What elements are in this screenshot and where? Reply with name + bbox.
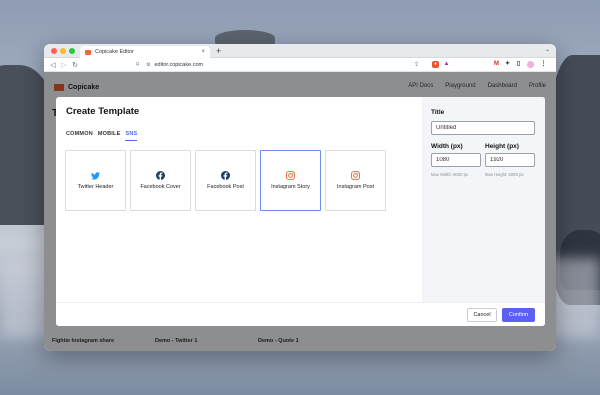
template-label: Twitter Header xyxy=(77,184,114,190)
template-label: Facebook Post xyxy=(207,184,244,190)
minimize-window-button[interactable] xyxy=(60,48,66,54)
height-input[interactable] xyxy=(485,153,535,167)
instagram-icon xyxy=(286,171,295,180)
bookmark-icon[interactable]: ⌑ xyxy=(136,61,139,68)
tab-common[interactable]: COMMON xyxy=(66,131,93,141)
facebook-icon xyxy=(221,171,230,180)
template-settings-panel: Title Width (px) Max Width: 6000 px Heig… xyxy=(422,97,545,302)
site-info-icon[interactable]: ⚙ xyxy=(146,62,150,68)
template-label: Instagram Post xyxy=(337,184,374,190)
close-window-button[interactable] xyxy=(51,48,57,54)
browser-menu-icon[interactable]: ⋮ xyxy=(540,61,547,68)
template-instagram-post[interactable]: Instagram Post xyxy=(325,150,386,211)
browser-toolbar: ◁ ▷ ↻ ⌑ ⚙ editor.copicake.com ⇪ ♦ ▲ M ✦ … xyxy=(44,58,556,72)
modal-title: Create Template xyxy=(66,106,140,117)
template-picker: Create Template COMMON MOBILE SNS Twitte… xyxy=(56,97,422,302)
title-input[interactable] xyxy=(431,121,535,135)
template-twitter-header[interactable]: Twitter Header xyxy=(65,150,126,211)
share-icon[interactable]: ⇪ xyxy=(414,61,419,68)
template-facebook-post[interactable]: Facebook Post xyxy=(195,150,256,211)
confirm-button[interactable]: Confirm xyxy=(502,308,535,322)
back-button[interactable]: ◁ xyxy=(48,61,58,69)
copicake-favicon-icon xyxy=(85,49,91,55)
forward-button[interactable]: ▷ xyxy=(59,61,69,69)
height-hint: Max Height: 6000 px xyxy=(485,172,524,177)
twitter-icon xyxy=(91,171,100,180)
new-tab-button[interactable]: + xyxy=(216,45,221,57)
close-tab-icon[interactable]: × xyxy=(201,49,205,55)
address-bar[interactable]: ⚙ editor.copicake.com xyxy=(146,60,436,70)
category-tabs: COMMON MOBILE SNS xyxy=(66,131,138,141)
brave-shields-icon[interactable]: ♦ xyxy=(432,61,439,68)
template-label: Instagram Story xyxy=(271,184,310,190)
maximize-window-button[interactable] xyxy=(69,48,75,54)
tab-sns[interactable]: SNS xyxy=(125,131,138,141)
sidebar-toggle-icon[interactable]: ▯ xyxy=(515,61,522,68)
title-label: Title xyxy=(431,109,445,116)
brave-rewards-icon[interactable]: ▲ xyxy=(443,61,450,68)
width-label: Width (px) xyxy=(431,143,463,150)
reload-button[interactable]: ↻ xyxy=(70,61,80,69)
modal-footer: Cancel Confirm xyxy=(56,302,545,326)
browser-tab-title: Copicake Editor xyxy=(95,49,134,55)
browser-tab[interactable]: Copicake Editor × xyxy=(80,46,210,58)
profile-avatar-icon[interactable] xyxy=(527,61,534,68)
tab-mobile[interactable]: MOBILE xyxy=(98,131,121,141)
create-template-modal: Create Template COMMON MOBILE SNS Twitte… xyxy=(56,97,545,326)
template-label: Facebook Cover xyxy=(140,184,181,190)
cancel-button[interactable]: Cancel xyxy=(467,308,497,322)
width-input[interactable] xyxy=(431,153,481,167)
facebook-icon xyxy=(156,171,165,180)
template-instagram-story[interactable]: Instagram Story xyxy=(260,150,321,211)
template-grid: Twitter Header Facebook Cover Facebook P… xyxy=(65,150,386,211)
url-text: editor.copicake.com xyxy=(154,62,204,68)
extensions-puzzle-icon[interactable]: ✦ xyxy=(504,61,511,68)
instagram-icon xyxy=(351,171,360,180)
template-facebook-cover[interactable]: Facebook Cover xyxy=(130,150,191,211)
browser-tabbar: Copicake Editor × + ⌄ xyxy=(44,44,556,58)
tab-list-chevron-icon[interactable]: ⌄ xyxy=(545,46,550,53)
width-hint: Max Width: 6000 px xyxy=(431,172,469,177)
height-label: Height (px) xyxy=(485,143,519,150)
gmail-extension-icon[interactable]: M xyxy=(493,61,500,68)
